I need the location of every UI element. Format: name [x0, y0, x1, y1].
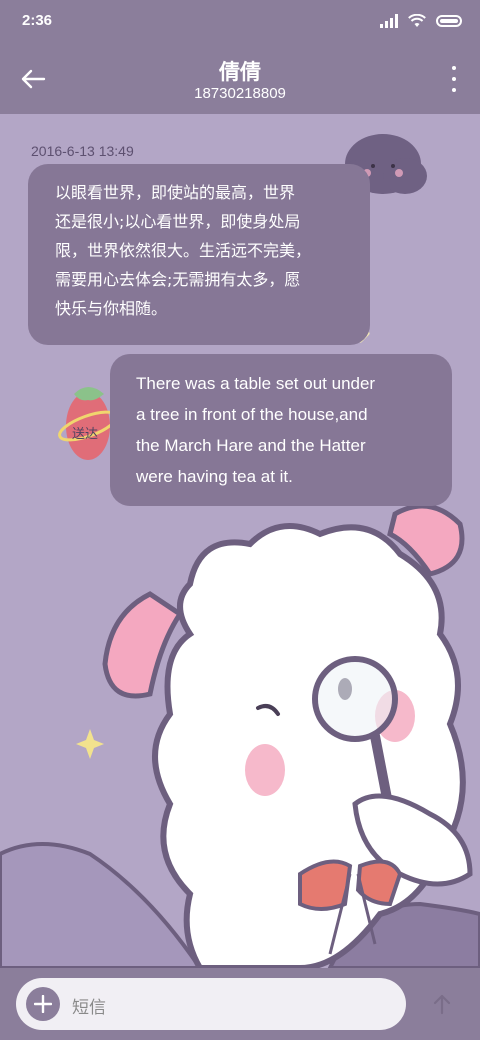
message-line: There was a table set out under [136, 374, 376, 393]
message-line: 以眼看世界，即使站的最高，世界 [55, 183, 296, 202]
status-time: 2:36 [22, 12, 53, 29]
plus-icon [34, 995, 52, 1013]
message-line: 还是很小;以心看世界，即使身处局 [55, 212, 301, 231]
status-icons [380, 12, 462, 30]
attach-button[interactable] [26, 987, 60, 1021]
message-line: 快乐与你相随。 [55, 299, 168, 318]
outgoing-message-bubble[interactable]: There was a table set out under a tree i… [110, 354, 452, 506]
message-line: 限，世界依然很大。生活远不完美， [55, 241, 312, 260]
conversation-header: 倩倩 18730218809 [0, 44, 480, 114]
message-input[interactable]: 短信 [16, 978, 406, 1030]
message-line: a tree in front of the house,and [136, 405, 368, 424]
message-line: 需要用心去体会;无需拥有太多，愿 [55, 270, 301, 289]
more-vertical-icon [452, 66, 456, 70]
composer-bar: 短信 [0, 968, 480, 1040]
incoming-message-bubble[interactable]: 以眼看世界，即使站的最高，世界 还是很小;以心看世界，即使身处局 限，世界依然很… [28, 164, 370, 345]
contact-phone-number: 18730218809 [194, 85, 286, 102]
message-input-placeholder: 短信 [72, 998, 106, 1018]
sparkle-icon [76, 729, 104, 759]
sheep-illustration [102, 503, 473, 968]
contact-name: 倩倩 [219, 60, 261, 84]
more-options-button[interactable] [450, 66, 458, 92]
message-timestamp: 2016-6-13 13:49 [31, 143, 134, 159]
signal-icon [380, 14, 398, 28]
message-line: were having tea at it. [136, 467, 293, 486]
delivery-status: 送达 [72, 427, 99, 442]
send-arrow-icon [433, 994, 451, 1015]
message-list[interactable]: 2016-6-13 13:49 以眼看世界，即使站的最高，世界 还是很小;以心看… [0, 114, 480, 968]
wifi-icon [408, 14, 426, 27]
send-button[interactable] [428, 990, 456, 1018]
message-line: the March Hare and the Hatter [136, 436, 366, 455]
status-bar: 2:36 [0, 0, 480, 44]
battery-icon [436, 15, 462, 27]
